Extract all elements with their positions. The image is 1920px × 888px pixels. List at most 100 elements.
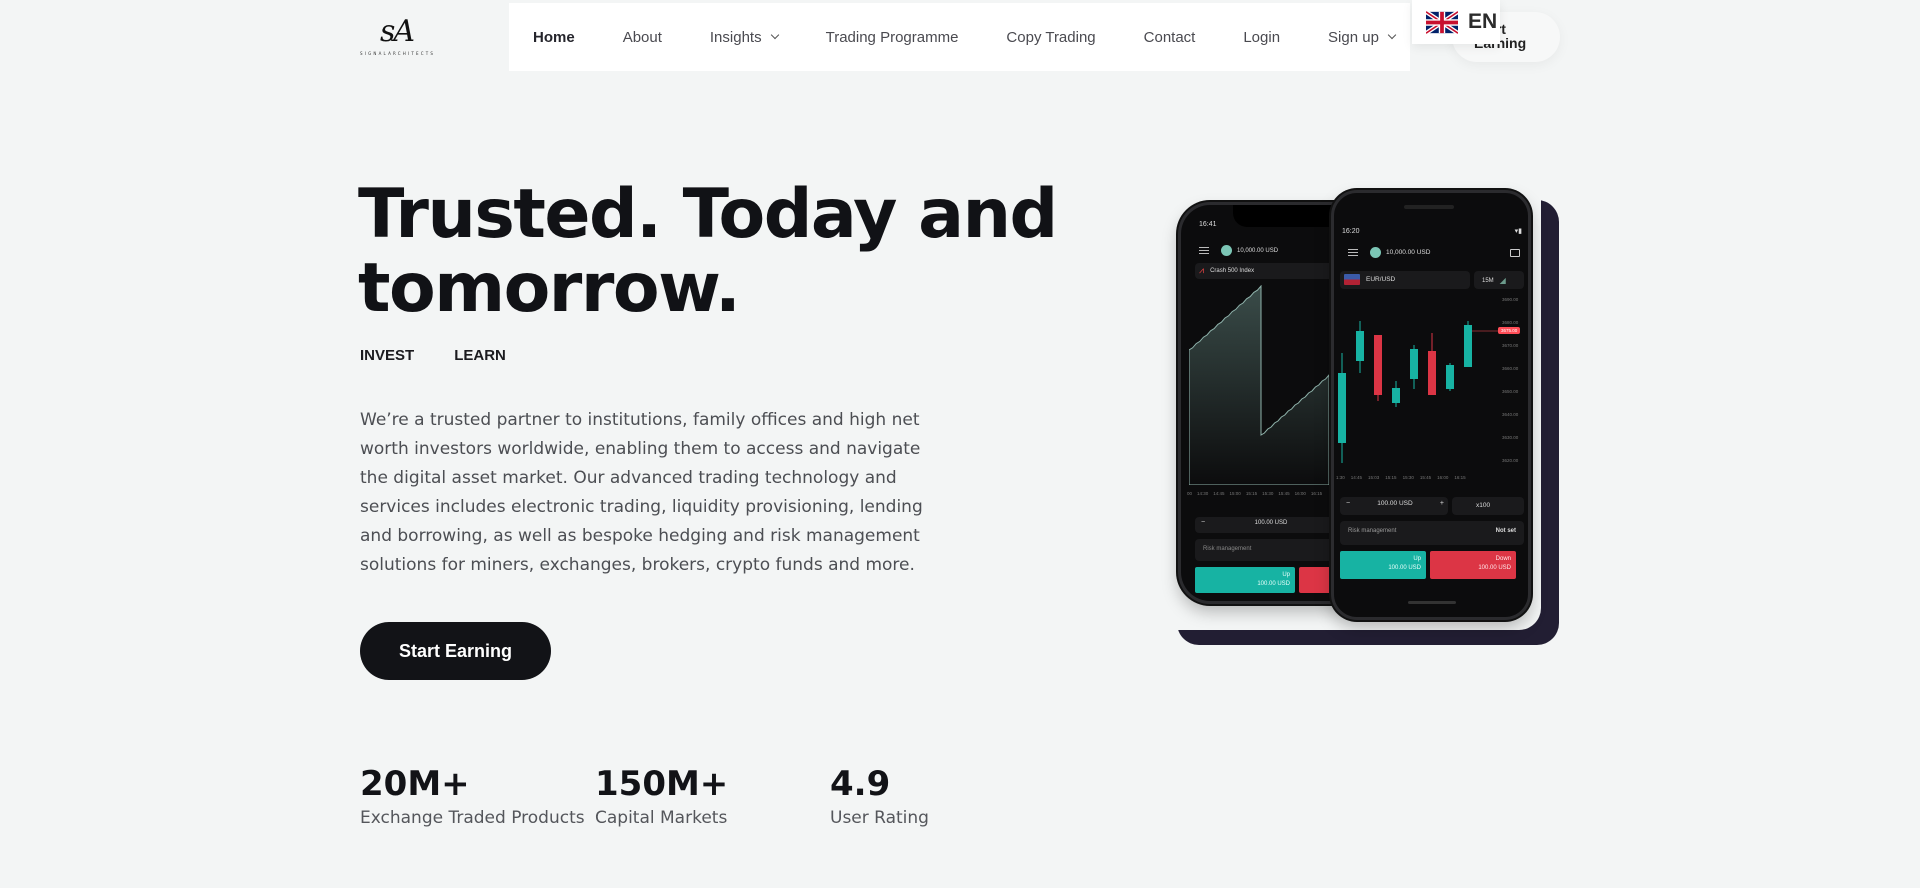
chevron-down-icon	[770, 30, 779, 40]
logo-tagline: SIGNALARCHITECTS	[360, 51, 436, 56]
x-tick-label: 15:30	[1402, 475, 1414, 480]
candle-body	[1446, 365, 1454, 389]
stat-exchange-traded-products: 20M+ Exchange Traded Products	[360, 764, 595, 830]
nav-login-label: Login	[1243, 28, 1281, 46]
x-tick-label: 1:30	[1336, 475, 1345, 480]
briefcase-icon	[1510, 248, 1520, 257]
eur-usd-flag-icon	[1344, 274, 1360, 285]
stat-value: 150M+	[595, 764, 729, 804]
minus-icon: −	[1346, 500, 1351, 507]
stat-label: Capital Markets	[595, 808, 728, 828]
phone-right-instrument: EUR/USD	[1366, 276, 1396, 283]
up-amount: 100.00 USD	[1257, 581, 1290, 587]
phone-left: 16:41 10,000.00 USD ⩘ Crash 500 Index 00…	[1178, 202, 1346, 604]
price-tag-value: 3675.00	[1501, 328, 1518, 333]
phone-left-x-axis: 00 14:30 14:45 15:00 15:15 15:30 15:45 16:00 16:…	[1187, 491, 1322, 496]
chevron-down-icon	[1387, 30, 1397, 40]
y-tick-label: 3670.00	[1502, 343, 1519, 348]
coin-icon	[1221, 245, 1232, 256]
stat-capital-markets: 150M+ Capital Markets	[595, 764, 830, 830]
learn-link[interactable]: LEARN	[454, 347, 506, 364]
nav-signup[interactable]: Sign up	[1328, 28, 1397, 46]
phone-left-risk-label: Risk management	[1203, 546, 1252, 552]
x-tick-label: 15:30	[1262, 491, 1274, 496]
y-tick-label: 3630.00	[1502, 435, 1519, 440]
coin-icon	[1370, 247, 1381, 258]
stat-label: Exchange Traded Products	[360, 808, 585, 828]
y-tick-label: 3620.00	[1502, 458, 1519, 463]
x-tick-label: 16:00	[1294, 491, 1306, 496]
minus-icon: −	[1201, 519, 1206, 526]
nav-about[interactable]: About	[623, 29, 662, 46]
nav-copy-trading[interactable]: Copy Trading	[1006, 29, 1095, 46]
phone-left-time: 16:41	[1199, 221, 1217, 228]
candlestick-chart: 3690.00 3680.00 3670.00 3660.00 3650.00 3640.…	[1338, 297, 1519, 463]
down-label: Down	[1495, 556, 1511, 562]
phone-right-down-button: Down 100.00 USD	[1430, 551, 1516, 579]
phone-left-up-button: Up 100.00 USD	[1195, 567, 1295, 593]
stat-label: User Rating	[830, 808, 929, 828]
phone-left-balance: 10,000.00 USD	[1237, 247, 1279, 254]
start-earning-button[interactable]: Start Earning	[360, 622, 551, 680]
up-label: Up	[1413, 556, 1421, 562]
stat-value: 4.9	[830, 764, 891, 804]
nav-insights[interactable]: Insights	[709, 28, 779, 46]
candle-body	[1428, 351, 1436, 395]
phone-right-stake: 100.00 USD	[1377, 500, 1413, 507]
nav-insights-label: Insights	[709, 28, 762, 46]
nav-contact[interactable]: Contact	[1144, 29, 1196, 46]
x-tick-label: 14:45	[1350, 475, 1363, 480]
up-amount: 100.00 USD	[1388, 565, 1421, 571]
crash-index-icon: ⩘	[1199, 265, 1205, 275]
stats: 20M+ Exchange Traded Products 150M+ Capi…	[360, 764, 1065, 830]
stat-user-rating: 4.9 User Rating	[830, 764, 1065, 830]
phone-right-x-axis: 1:30 14:45 15:03 15:15 15:30 15:45 16:00 16:15	[1336, 475, 1466, 480]
x-tick-label: 16:15	[1454, 475, 1466, 480]
x-tick-label: 14:45	[1213, 491, 1225, 496]
x-tick-label: 16:00	[1437, 475, 1449, 480]
plus-icon: +	[1439, 500, 1444, 507]
x-tick-label: 15:45	[1419, 475, 1432, 480]
nav-copy-trading-label: Copy Trading	[1006, 28, 1096, 46]
phone-right-timeframe: 15M	[1482, 277, 1494, 284]
phone-right-risk-value: Not set	[1495, 528, 1516, 534]
menu-icon	[1348, 249, 1358, 256]
y-tick-label: 3690.00	[1502, 297, 1519, 302]
nav-about-label: About	[622, 28, 662, 46]
phone-right: 16:20 ▾▮ 10,000.00 USD EUR/USD 15M ◢ 369…	[1331, 190, 1531, 620]
language-code: EN	[1468, 10, 1498, 33]
y-tick-label: 3650.00	[1502, 389, 1519, 394]
invest-link[interactable]: INVEST	[360, 347, 414, 364]
nav-signup-label: Sign up	[1328, 28, 1379, 46]
phone-left-stake: 100.00 USD	[1254, 519, 1288, 526]
x-tick-label: 15:03	[1368, 475, 1380, 480]
up-label: Up	[1282, 572, 1290, 578]
nav-trading-programme[interactable]: Trading Programme	[826, 29, 959, 46]
y-tick-label: 3640.00	[1502, 412, 1519, 417]
stat-value: 20M+	[360, 764, 470, 804]
x-tick-label: 15:15	[1245, 491, 1258, 496]
app-mockup-image: 16:41 10,000.00 USD ⩘ Crash 500 Index 00…	[1176, 190, 1560, 646]
hero-links: INVEST LEARN	[360, 347, 546, 364]
nav-home[interactable]: Home	[533, 29, 575, 46]
hero-title: Trusted. Today and tomorrow.	[358, 175, 1058, 328]
crash-chart	[1189, 285, 1330, 485]
candle-body	[1356, 331, 1364, 361]
menu-icon	[1199, 247, 1209, 254]
chart-type-icon: ◢	[1499, 276, 1506, 285]
candle-body	[1338, 373, 1346, 443]
phone-left-instrument: Crash 500 Index	[1210, 267, 1255, 274]
phone-right-multiplier: x100	[1476, 502, 1491, 509]
language-selector[interactable]: EN	[1412, 0, 1500, 44]
x-tick-label: 14:30	[1197, 491, 1209, 496]
nav-home-label: Home	[533, 28, 575, 46]
phone-right-time: 16:20	[1342, 227, 1360, 235]
candle-body	[1374, 335, 1382, 395]
x-tick-label: 15:15	[1385, 475, 1397, 480]
uk-flag-icon	[1426, 9, 1458, 35]
nav-trading-programme-label: Trading Programme	[825, 28, 959, 46]
nav-contact-label: Contact	[1143, 28, 1196, 46]
candle-body	[1392, 388, 1400, 403]
logo[interactable]: sA SIGNALARCHITECTS	[360, 14, 442, 58]
nav-login[interactable]: Login	[1243, 29, 1280, 46]
